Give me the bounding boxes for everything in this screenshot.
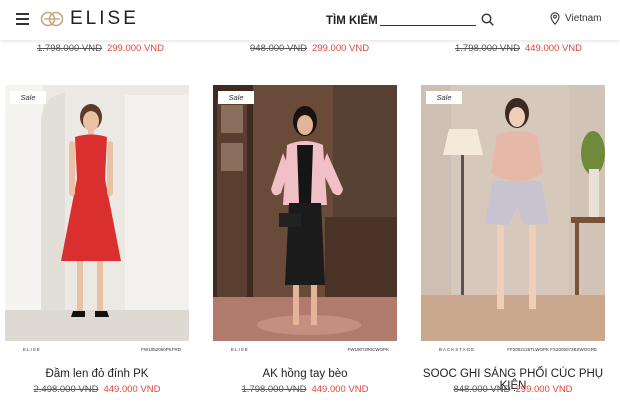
product-name[interactable]: Đầm len đỏ đính PK bbox=[5, 368, 189, 380]
old-price: 848.000 VND bbox=[453, 384, 511, 395]
old-price: 948.000 VND bbox=[250, 43, 308, 54]
product-name[interactable]: AK hồng tay bèo bbox=[213, 368, 397, 380]
location-selector[interactable]: Vietnam bbox=[550, 12, 602, 25]
old-price: 2.498.000 VND bbox=[33, 384, 99, 395]
caption-sku: FW1907290CWOPK bbox=[347, 347, 389, 352]
previous-row-price-3: 1.798.000 VND 449.000 VND bbox=[455, 43, 582, 54]
sale-price: 449.000 VND bbox=[311, 384, 369, 395]
image-caption: BACKSTAGE FF2002125TLWOPK FS2005072BSWOG… bbox=[421, 343, 605, 357]
logo-mark-icon bbox=[40, 11, 64, 27]
sale-badge: Sale bbox=[218, 91, 254, 104]
product-card[interactable]: Sale BACKSTAGE FF2002125TLWOPK FS2005072… bbox=[421, 85, 605, 395]
image-caption: ELISE FW1952050PKFRD bbox=[5, 343, 189, 357]
old-price: 1.798.000 VND bbox=[455, 43, 520, 54]
caption-brand: BACKSTAGE bbox=[439, 347, 476, 352]
search-label: TÌM KIẾM bbox=[326, 15, 378, 27]
elise-logo[interactable]: ELISE bbox=[40, 8, 139, 30]
logo-text: ELISE bbox=[70, 8, 139, 29]
location-pin-icon bbox=[550, 12, 560, 25]
product-photo-pink-jacket bbox=[213, 85, 397, 341]
product-price: 2.498.000 VND 449.000 VND bbox=[5, 384, 189, 395]
location-text: Vietnam bbox=[565, 13, 602, 24]
sale-badge: Sale bbox=[10, 91, 46, 104]
sale-price: 449.000 VND bbox=[524, 43, 583, 54]
old-price: 1.798.000 VND bbox=[37, 43, 102, 54]
previous-row-price-1: 1.798.000 VND 299.000 VND bbox=[37, 43, 164, 54]
sale-price: 299.000 VND bbox=[106, 43, 165, 54]
caption-sku: FW1952050PKFRD bbox=[141, 347, 181, 352]
site-header: ELISE TÌM KIẾM Vietnam bbox=[0, 0, 620, 40]
caption-sku: FF2002125TLWOPK FS2005072BSWOGRE bbox=[507, 347, 597, 352]
sale-price: 299.000 VND bbox=[515, 384, 573, 395]
caption-brand: ELISE bbox=[23, 347, 41, 352]
old-price: 1.798.000 VND bbox=[241, 384, 307, 395]
product-image[interactable]: Sale bbox=[213, 85, 397, 341]
caption-brand: ELISE bbox=[231, 347, 249, 352]
search-input[interactable] bbox=[380, 13, 476, 26]
product-price: 848.000 VND 299.000 VND bbox=[421, 384, 605, 395]
product-image[interactable]: Sale bbox=[421, 85, 605, 341]
product-card[interactable]: Sale ELISE FW1952050PKFRD Đầm len đỏ đín… bbox=[5, 85, 189, 395]
sale-price: 299.000 VND bbox=[312, 43, 370, 54]
product-photo-red-dress bbox=[5, 85, 189, 341]
hamburger-menu-icon[interactable] bbox=[16, 13, 29, 25]
sale-price: 449.000 VND bbox=[103, 384, 161, 395]
search-icon[interactable] bbox=[481, 13, 494, 26]
sale-badge: Sale bbox=[426, 91, 462, 104]
product-price: 1.798.000 VND 449.000 VND bbox=[213, 384, 397, 395]
product-image[interactable]: Sale bbox=[5, 85, 189, 341]
product-card[interactable]: Sale ELISE FW1907290CWOPK AK hồng tay bè… bbox=[213, 85, 397, 395]
previous-row-price-2: 948.000 VND 299.000 VND bbox=[250, 43, 369, 54]
product-photo-grey-shorts bbox=[421, 85, 605, 341]
image-caption: ELISE FW1907290CWOPK bbox=[213, 343, 397, 357]
